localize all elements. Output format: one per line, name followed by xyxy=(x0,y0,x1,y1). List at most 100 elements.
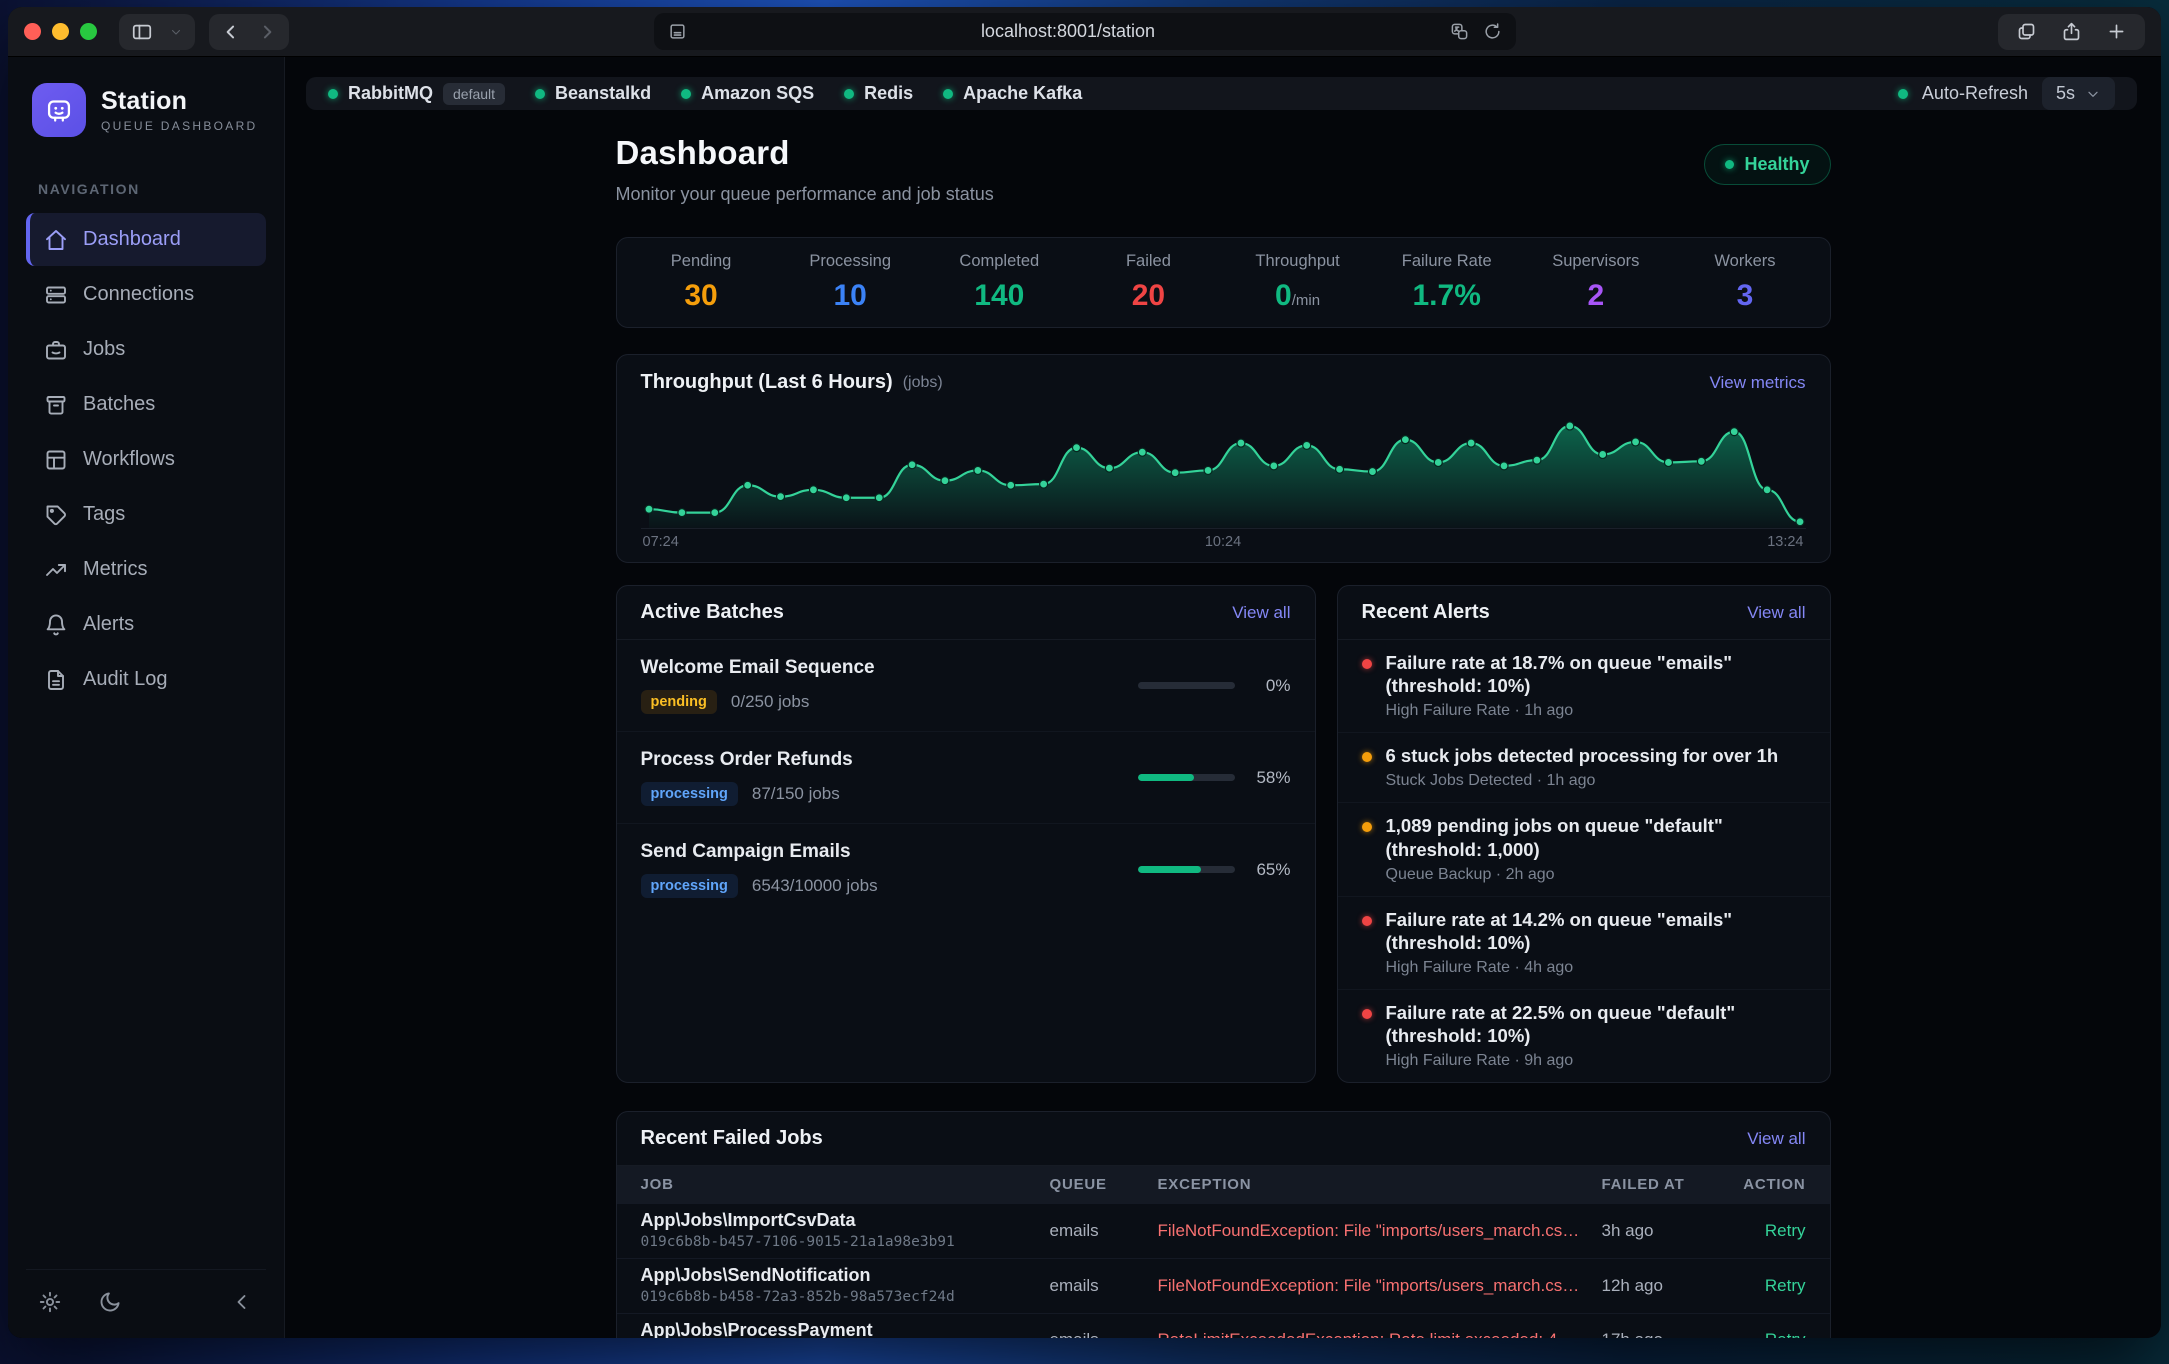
progress-bar xyxy=(1138,866,1235,873)
translate-icon[interactable] xyxy=(1450,22,1469,41)
failed-job-row[interactable]: App\Jobs\SendNotification 019c6b8b-b458-… xyxy=(617,1258,1830,1313)
sidebar-item-label: Tags xyxy=(83,503,125,526)
view-metrics-link[interactable]: View metrics xyxy=(1709,373,1805,393)
browser-window: localhost:8001/station xyxy=(8,7,2161,1338)
alert-message: Failure rate at 22.5% on queue "default"… xyxy=(1386,1001,1806,1047)
collapse-sidebar-icon[interactable] xyxy=(230,1290,254,1314)
alert-meta: Stuck Jobs Detected · 1h ago xyxy=(1386,772,1779,790)
sidebar-item-audit-log[interactable]: Audit Log xyxy=(26,653,266,706)
job-failed-at: 17h ago xyxy=(1602,1330,1732,1338)
x-tick-start: 07:24 xyxy=(643,534,679,550)
batch-jobs-count: 87/150 jobs xyxy=(752,784,840,804)
chevron-down-icon xyxy=(2085,86,2101,102)
reload-icon[interactable] xyxy=(1483,22,1502,41)
close-window-button[interactable] xyxy=(24,23,41,40)
failed-jobs-view-all-link[interactable]: View all xyxy=(1747,1129,1805,1149)
alert-row[interactable]: 1,089 pending jobs on queue "default" (t… xyxy=(1338,803,1830,896)
alert-row[interactable]: Failure rate at 14.2% on queue "emails" … xyxy=(1338,897,1830,990)
stat-suffix: /min xyxy=(1292,292,1320,309)
job-queue: emails xyxy=(1050,1221,1158,1241)
layout-icon xyxy=(44,448,68,472)
address-bar[interactable]: localhost:8001/station xyxy=(654,13,1516,50)
alert-severity-dot xyxy=(1362,659,1372,669)
connection-item[interactable]: Beanstalkd xyxy=(535,83,651,104)
stat-value: 20 xyxy=(1074,279,1223,313)
file-icon xyxy=(44,668,68,692)
sidebar-item-connections[interactable]: Connections xyxy=(26,268,266,321)
failed-job-row[interactable]: App\Jobs\ProcessPayment 019c6b8b-b457-71… xyxy=(617,1313,1830,1338)
sidebar-item-label: Alerts xyxy=(83,613,134,636)
sidebar-item-workflows[interactable]: Workflows xyxy=(26,433,266,486)
alert-row[interactable]: 6 stuck jobs detected processing for ove… xyxy=(1338,733,1830,803)
alert-row[interactable]: Failure rate at 22.5% on queue "default"… xyxy=(1338,990,1830,1082)
sidebar-item-dashboard[interactable]: Dashboard xyxy=(26,213,266,266)
failed-job-row[interactable]: App\Jobs\ImportCsvData 019c6b8b-b457-710… xyxy=(617,1203,1830,1258)
retry-button[interactable]: Retry xyxy=(1732,1330,1806,1338)
briefcase-icon xyxy=(44,338,68,362)
alert-message: Failure rate at 18.7% on queue "emails" … xyxy=(1386,651,1806,697)
connection-item[interactable]: Redis xyxy=(844,83,913,104)
alert-row[interactable]: Failure rate at 18.7% on queue "emails" … xyxy=(1338,640,1830,733)
back-button[interactable] xyxy=(221,22,241,42)
browser-sidebar-icon[interactable] xyxy=(131,21,153,43)
stat-label: Pending xyxy=(627,252,776,271)
retry-button[interactable]: Retry xyxy=(1732,1221,1806,1241)
retry-button[interactable]: Retry xyxy=(1732,1276,1806,1296)
batch-row[interactable]: Process Order Refunds processing 87/150 … xyxy=(617,732,1315,824)
job-failed-at: 12h ago xyxy=(1602,1276,1732,1296)
share-icon[interactable] xyxy=(2061,21,2082,42)
sidebar-item-alerts[interactable]: Alerts xyxy=(26,598,266,651)
sidebar-item-metrics[interactable]: Metrics xyxy=(26,543,266,596)
tab-overview-icon[interactable] xyxy=(2016,21,2037,42)
alert-message: 6 stuck jobs detected processing for ove… xyxy=(1386,744,1779,767)
col-queue: QUEUE xyxy=(1050,1176,1158,1193)
batch-row[interactable]: Send Campaign Emails processing 6543/100… xyxy=(617,824,1315,915)
auto-refresh-label: Auto-Refresh xyxy=(1922,83,2028,104)
job-uuid: 019c6b8b-b457-7106-9015-21a1a98e3b91 xyxy=(641,1235,1050,1251)
station-app: Station QUEUE DASHBOARD NAVIGATION Dashb… xyxy=(8,57,2161,1338)
connection-item[interactable]: Apache Kafka xyxy=(943,83,1082,104)
refresh-interval-value: 5s xyxy=(2056,83,2075,104)
alert-severity-dot xyxy=(1362,822,1372,832)
connection-status-dot xyxy=(943,89,953,99)
chevron-down-icon[interactable] xyxy=(169,25,183,39)
batch-name: Process Order Refunds xyxy=(641,749,853,771)
batches-view-all-link[interactable]: View all xyxy=(1232,603,1290,623)
zoom-window-button[interactable] xyxy=(80,23,97,40)
stat-label: Throughput xyxy=(1223,252,1372,271)
job-name: App\Jobs\SendNotification xyxy=(641,1266,1050,1286)
chart-unit-label: (jobs) xyxy=(903,374,943,392)
batch-name: Welcome Email Sequence xyxy=(641,657,875,679)
batch-status-badge: processing xyxy=(641,874,738,898)
sidebar-item-label: Connections xyxy=(83,283,194,306)
new-tab-icon[interactable] xyxy=(2106,21,2127,42)
batch-jobs-count: 0/250 jobs xyxy=(731,692,809,712)
stat-value: 3 xyxy=(1670,279,1819,313)
connection-item[interactable]: RabbitMQ default xyxy=(328,83,505,105)
refresh-interval-select[interactable]: 5s xyxy=(2042,77,2115,110)
sidebar-item-jobs[interactable]: Jobs xyxy=(26,323,266,376)
sidebar-item-batches[interactable]: Batches xyxy=(26,378,266,431)
alert-severity-dot xyxy=(1362,916,1372,926)
stats-card: Pending 30 Processing 10 Completed 140 F… xyxy=(616,237,1831,328)
connection-name: RabbitMQ xyxy=(348,83,433,104)
job-queue: emails xyxy=(1050,1276,1158,1296)
chart-x-axis: 07:24 10:24 13:24 xyxy=(641,528,1806,554)
sidebar-item-tags[interactable]: Tags xyxy=(26,488,266,541)
forward-button[interactable] xyxy=(257,22,277,42)
health-status-badge: Healthy xyxy=(1704,144,1830,185)
url-text[interactable]: localhost:8001/station xyxy=(687,21,1450,42)
batch-row[interactable]: Welcome Email Sequence pending 0/250 job… xyxy=(617,640,1315,732)
app-subtitle: QUEUE DASHBOARD xyxy=(101,119,258,133)
connection-status-dot xyxy=(681,89,691,99)
archive-icon xyxy=(44,393,68,417)
connection-item[interactable]: Amazon SQS xyxy=(681,83,814,104)
gear-icon[interactable] xyxy=(38,1290,62,1314)
auto-refresh-group: Auto-Refresh 5s xyxy=(1898,77,2115,110)
page-settings-icon[interactable] xyxy=(668,22,687,41)
alerts-view-all-link[interactable]: View all xyxy=(1747,603,1805,623)
failed-jobs-table-header: JOB QUEUE EXCEPTION FAILED AT ACTION xyxy=(617,1166,1830,1203)
moon-icon[interactable] xyxy=(98,1290,122,1314)
batches-title: Active Batches xyxy=(641,601,784,624)
minimize-window-button[interactable] xyxy=(52,23,69,40)
